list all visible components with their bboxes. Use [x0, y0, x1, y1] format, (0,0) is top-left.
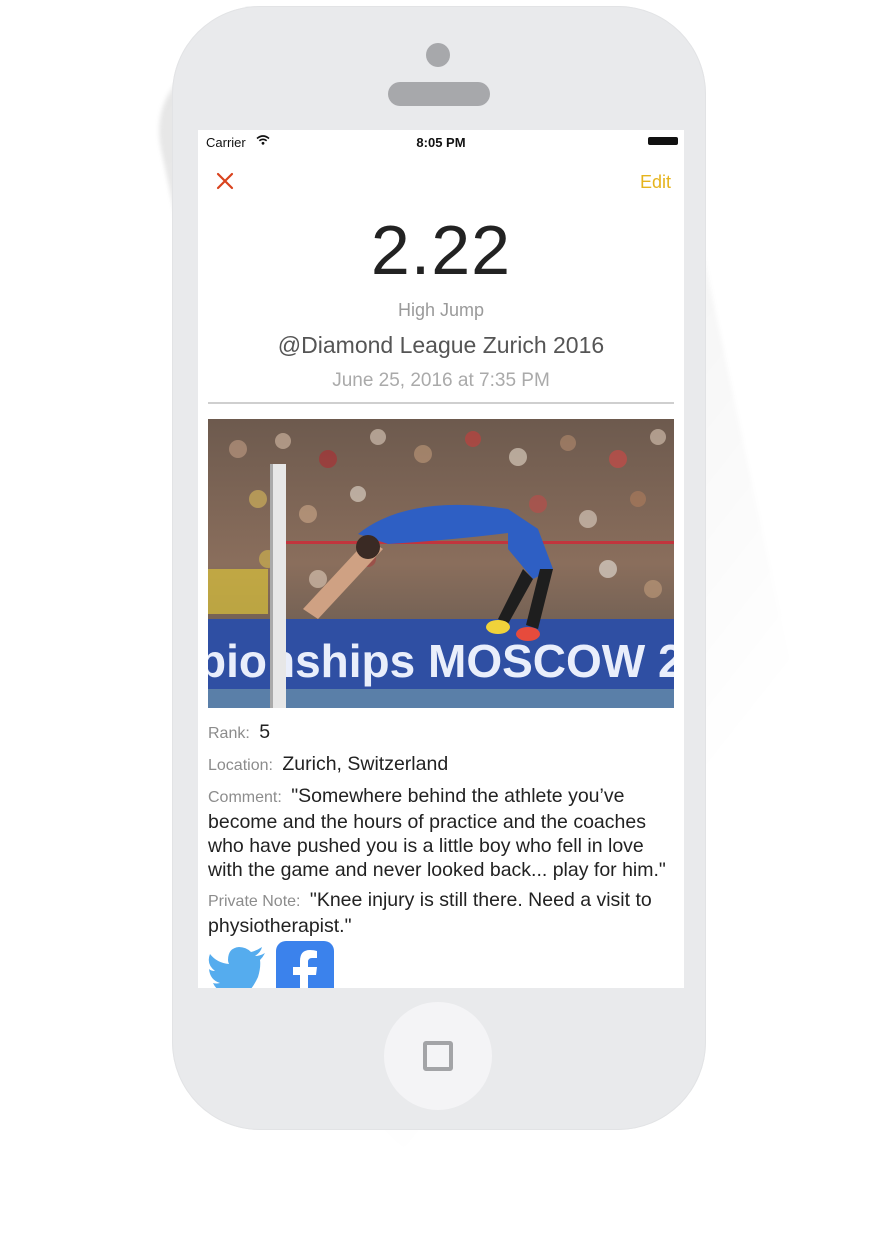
location-row: Location: Zurich, Switzerland	[208, 752, 678, 778]
edit-button[interactable]: Edit	[640, 172, 671, 193]
result-date: June 25, 2016 at 7:35 PM	[332, 370, 550, 391]
location-label: Location:	[208, 757, 273, 774]
location-value: Zurich, Switzerland	[282, 753, 449, 775]
facebook-f-icon	[293, 950, 317, 988]
event-name: High Jump	[397, 300, 485, 320]
result-value: 2.22	[370, 211, 512, 289]
rank-value: 5	[259, 721, 271, 743]
comment-row: Comment: "Somewhere behind the athlete y…	[208, 784, 678, 882]
private-note-label: Private Note:	[208, 893, 301, 910]
speaker	[388, 82, 490, 106]
screen: Carrier 8:05 PM Edit 2.22 High Jump @Dia…	[198, 130, 684, 988]
comment-label: Comment:	[208, 789, 282, 806]
home-button[interactable]	[384, 1002, 492, 1110]
status-bar: Carrier 8:05 PM	[198, 130, 684, 152]
share-buttons	[208, 941, 408, 988]
twitter-icon[interactable]	[208, 947, 266, 988]
athlete-photo: pionships MOSCOW 201	[208, 419, 674, 708]
battery-icon	[648, 137, 678, 145]
rank-row: Rank: 5	[208, 720, 678, 746]
private-note-row: Private Note: "Knee injury is still ther…	[208, 888, 678, 938]
facebook-icon[interactable]	[276, 941, 334, 988]
meet-name: @Diamond League Zurich 2016	[277, 332, 605, 358]
divider	[208, 402, 674, 404]
close-icon[interactable]	[215, 171, 235, 191]
details: Rank: 5 Location: Zurich, Switzerland Co…	[208, 720, 678, 944]
status-time: 8:05 PM	[416, 135, 466, 150]
home-button-icon	[423, 1041, 453, 1071]
camera	[426, 43, 450, 67]
rank-label: Rank:	[208, 725, 250, 742]
